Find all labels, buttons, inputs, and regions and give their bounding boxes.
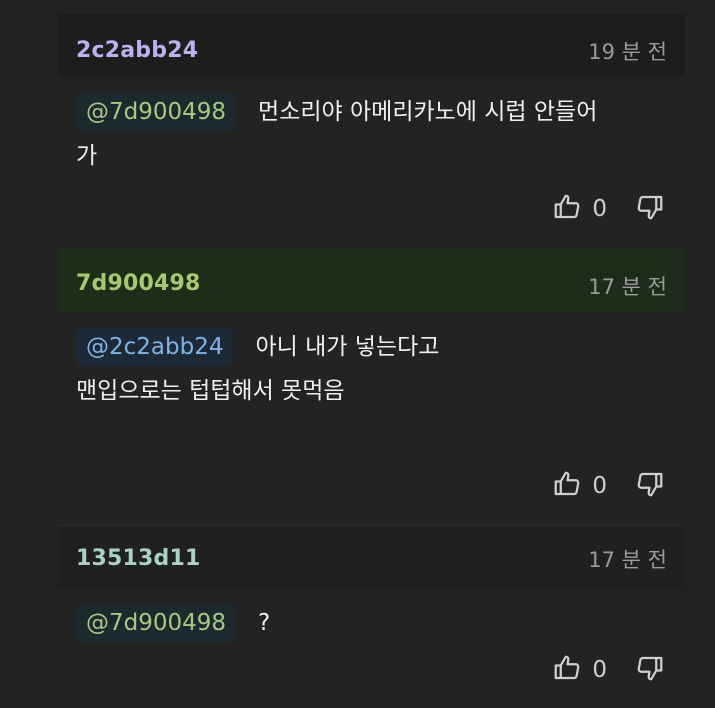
comment-item: 13513d11 17 분 전 @7d900498? 0	[58, 525, 685, 708]
comment-text-continued: 맨입으로는 텁텁해서 못먹음	[76, 378, 345, 404]
comment-text: 아니 내가 넣는다고	[255, 334, 440, 360]
comment-author[interactable]: 13513d11	[76, 546, 201, 571]
comment-text: 먼소리야 아메리카노에 시럽 안들어	[258, 99, 598, 125]
comment-actions: 0	[552, 469, 665, 503]
comment-timestamp: 17 분 전	[588, 275, 667, 299]
dislike-button[interactable]	[635, 469, 665, 503]
mention-link[interactable]: @7d900498	[76, 93, 237, 131]
thumbs-up-icon	[554, 194, 580, 219]
comment-timestamp: 19 분 전	[588, 40, 667, 64]
comment-item: 2c2abb24 19 분 전 @7d900498 먼소리야 아메리카노에 시럽 …	[58, 0, 685, 245]
comment-header: 2c2abb24 19 분 전	[58, 14, 685, 76]
like-button[interactable]	[552, 192, 582, 226]
thumbs-up-icon	[554, 471, 580, 496]
comment-author[interactable]: 7d900498	[76, 271, 201, 296]
like-count: 0	[592, 473, 607, 499]
mention-link[interactable]: @2c2abb24	[76, 328, 234, 366]
thumbs-down-icon	[637, 472, 663, 497]
comment-text: ?	[258, 610, 271, 636]
like-button[interactable]	[552, 653, 582, 687]
like-button[interactable]	[552, 469, 582, 503]
thumbs-down-icon	[637, 195, 663, 220]
comment-actions: 0	[552, 653, 665, 687]
thumbs-up-icon	[554, 655, 580, 680]
comment-item-highlighted: 7d900498 17 분 전 @2c2abb24 아니 내가 넣는다고 맨입으로…	[58, 245, 685, 525]
like-count: 0	[592, 657, 607, 683]
comment-actions: 0	[552, 192, 665, 226]
dislike-button[interactable]	[635, 653, 665, 687]
comment-header: 13513d11 17 분 전	[58, 525, 685, 588]
like-count: 0	[592, 196, 607, 222]
comment-body: @2c2abb24 아니 내가 넣는다고 맨입으로는 텁텁해서 못먹음	[76, 325, 665, 413]
comment-text-continued: 가	[76, 143, 98, 169]
comment-body: @7d900498?	[76, 601, 665, 645]
dislike-button[interactable]	[635, 192, 665, 226]
mention-link[interactable]: @7d900498	[76, 604, 237, 642]
comment-header: 7d900498 17 분 전	[58, 249, 685, 313]
comment-timestamp: 17 분 전	[588, 548, 667, 572]
comment-body: @7d900498 먼소리야 아메리카노에 시럽 안들어 가	[76, 90, 665, 178]
comment-author[interactable]: 2c2abb24	[76, 38, 198, 63]
thumbs-down-icon	[637, 656, 663, 681]
